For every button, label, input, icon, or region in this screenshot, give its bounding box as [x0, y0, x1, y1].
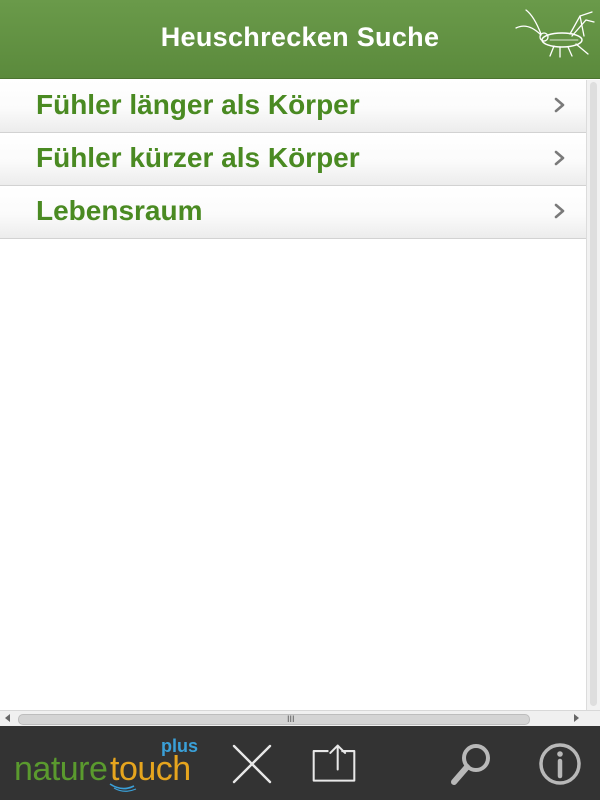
info-icon: [539, 743, 581, 785]
page-title: Heuschrecken Suche: [160, 22, 440, 52]
search-icon: [451, 744, 490, 785]
horizontal-scroll-thumb[interactable]: III: [18, 714, 530, 725]
brand-plus-text: plus: [161, 736, 199, 756]
share-icon: [312, 744, 356, 782]
menu-list: Fühler länger als Körper Fühler kürzer a…: [0, 80, 586, 239]
naturetouch-logo: nature touch plus: [14, 736, 224, 796]
share-button[interactable]: [310, 740, 358, 788]
menu-item-label: Fühler kürzer als Körper: [36, 142, 360, 173]
logo-swoosh-icon: [109, 783, 137, 792]
menu-item-label: Lebensraum: [36, 195, 203, 226]
chevron-right-icon: [554, 203, 565, 219]
menu-item-habitat[interactable]: Lebensraum: [0, 186, 586, 239]
info-button[interactable]: [536, 740, 584, 788]
brand-nature-text: nature: [14, 750, 108, 788]
bottom-toolbar: nature touch plus: [0, 726, 600, 800]
app-header: Heuschrecken Suche: [0, 0, 600, 79]
vertical-scrollbar[interactable]: [586, 80, 600, 710]
scroll-left-arrow-icon[interactable]: [5, 714, 10, 722]
close-icon: [232, 744, 272, 784]
grasshopper-icon: [515, 9, 595, 58]
horizontal-scrollbar[interactable]: III: [0, 710, 600, 727]
chevron-right-icon: [554, 97, 565, 113]
scroll-right-arrow-icon[interactable]: [574, 714, 579, 722]
vertical-scroll-thumb[interactable]: [590, 82, 597, 706]
menu-item-antennae-shorter[interactable]: Fühler kürzer als Körper: [0, 133, 586, 186]
menu-item-label: Fühler länger als Körper: [36, 89, 360, 120]
scroll-grip: III: [287, 714, 295, 724]
chevron-right-icon: [554, 150, 565, 166]
close-button[interactable]: [228, 740, 276, 788]
search-button[interactable]: [448, 740, 496, 788]
menu-item-antennae-longer[interactable]: Fühler länger als Körper: [0, 80, 586, 133]
